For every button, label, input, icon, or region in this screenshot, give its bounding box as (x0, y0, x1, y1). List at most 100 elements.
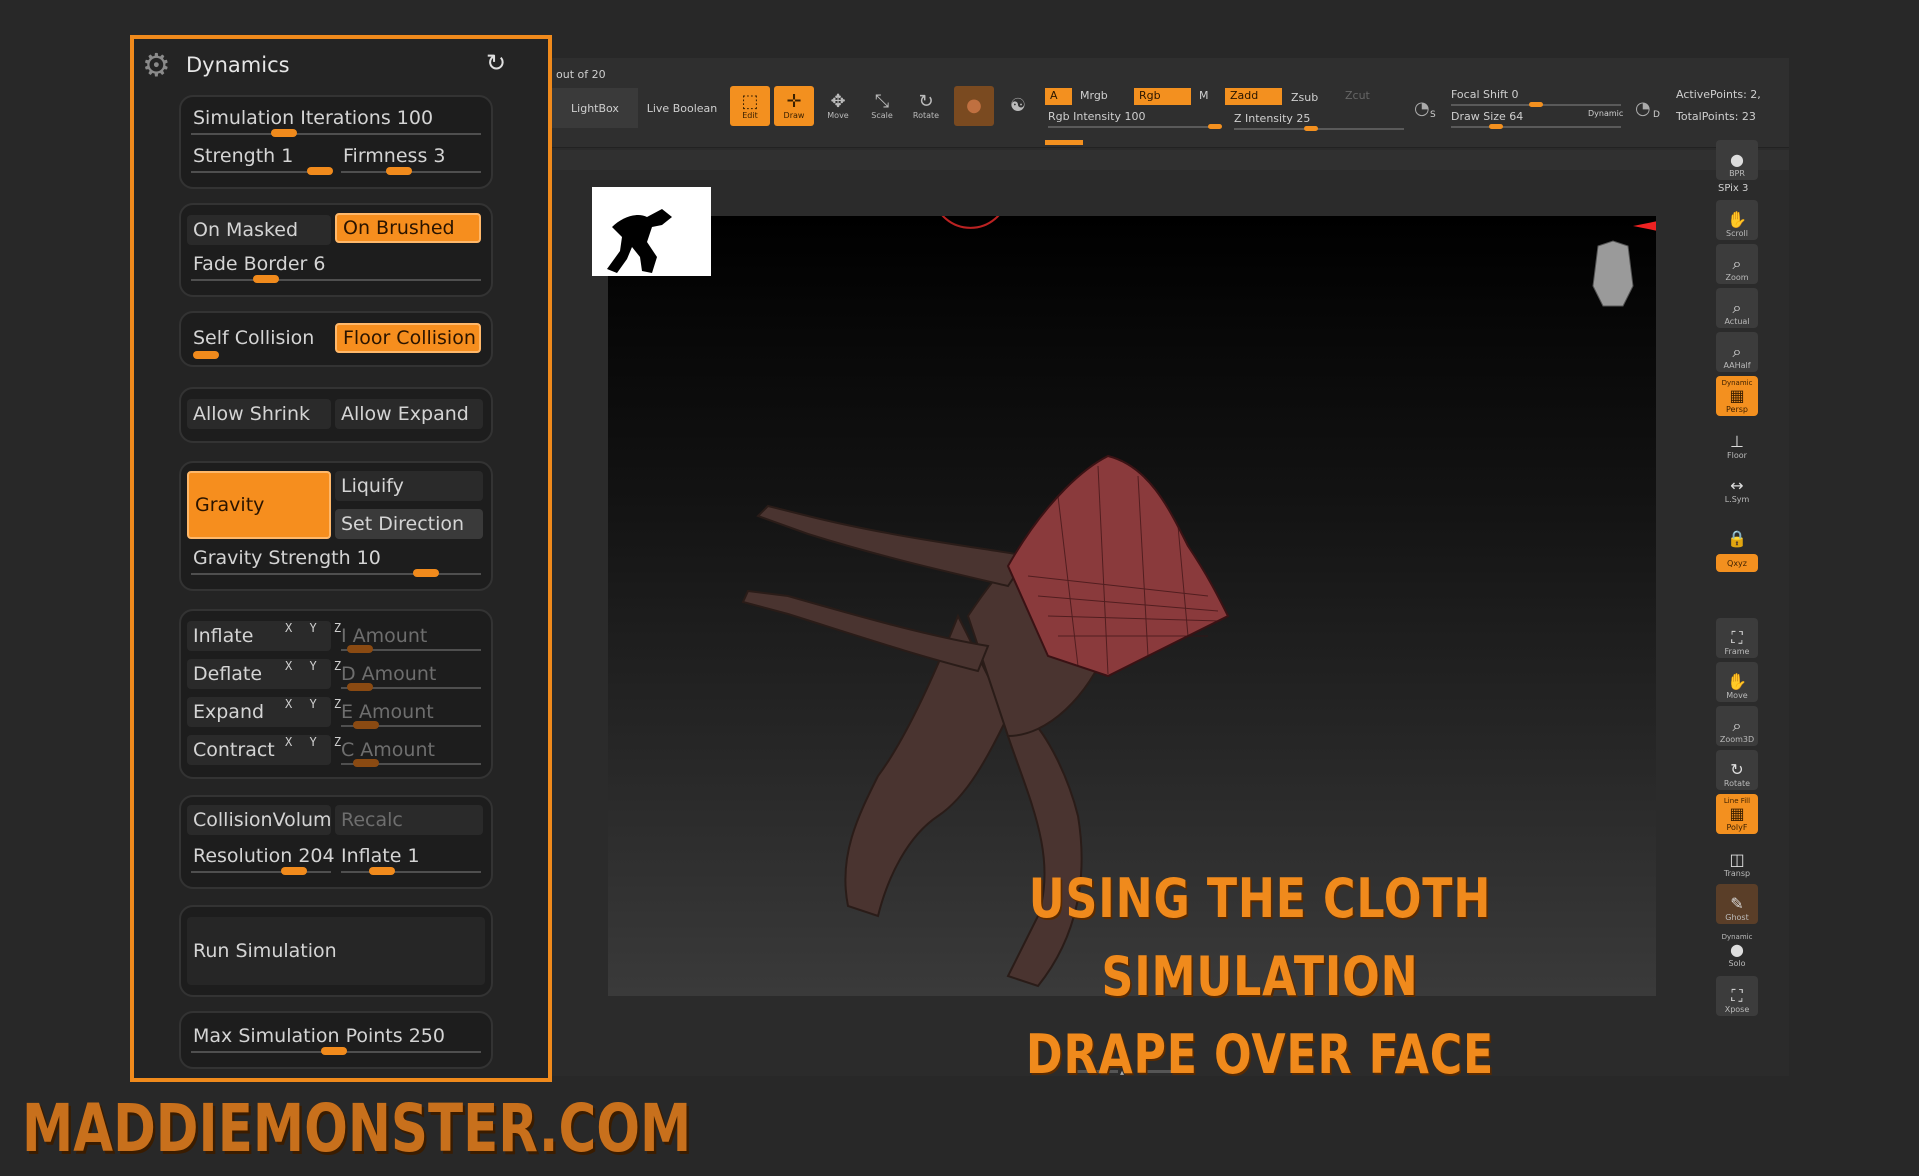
bpr-button[interactable]: ● BPR (1716, 140, 1758, 180)
mrgb-toggle[interactable]: Mrgb (1075, 88, 1113, 105)
actual-button[interactable]: ⌕ Actual (1716, 288, 1758, 328)
m-toggle[interactable]: M (1194, 88, 1214, 105)
material-button[interactable]: ● (954, 86, 994, 126)
firmness-knob[interactable] (386, 167, 412, 175)
scroll-button[interactable]: ✋ Scroll (1716, 200, 1758, 240)
ghost-icon: ✎ (1730, 894, 1744, 913)
set-direction-button[interactable]: Set Direction (335, 509, 483, 539)
self-collision-toggle[interactable]: Self Collision (187, 323, 331, 353)
gravity-strength-slider[interactable]: Gravity Strength 10 (187, 543, 487, 573)
document-counter: out of 20 (556, 68, 606, 81)
transp-button[interactable]: ◫ Transp (1716, 840, 1758, 880)
spix-label[interactable]: SPix 3 (1718, 183, 1748, 194)
dynamic-label[interactable]: Dynamic (1588, 109, 1623, 118)
a-toggle[interactable]: A (1045, 88, 1072, 105)
sim-settings-group: Simulation Iterations 100 Strength 1 Fir… (179, 95, 493, 189)
lsym-button[interactable]: ↔ L.Sym (1716, 466, 1758, 506)
magnifier-icon: ⌕ (1732, 298, 1742, 317)
strength-knob[interactable] (307, 167, 333, 175)
d-amount-knob[interactable] (347, 683, 373, 691)
z-intensity-knob[interactable] (1304, 126, 1318, 131)
z-intensity-slider[interactable] (1234, 128, 1404, 130)
rotate-view-button[interactable]: ↻ Rotate (1716, 750, 1758, 790)
run-simulation-button[interactable]: Run Simulation (187, 917, 485, 985)
e-amount-knob[interactable] (353, 721, 379, 729)
solo-button[interactable]: Dynamic ● Solo (1716, 930, 1758, 970)
edit-button[interactable]: ⬚ Edit (730, 86, 770, 126)
persp-button[interactable]: Dynamic ▦ Persp (1716, 376, 1758, 416)
live-boolean-button[interactable]: Live Boolean (642, 88, 722, 128)
floor-button[interactable]: ⊥ Floor (1716, 422, 1758, 462)
fade-border-slider[interactable]: Fade Border 6 (187, 249, 487, 279)
on-brushed-toggle[interactable]: On Brushed (335, 213, 481, 243)
draw-button[interactable]: ✛ Draw (774, 86, 814, 126)
focal-shift-knob[interactable] (1529, 102, 1543, 107)
c-amount-knob[interactable] (353, 759, 379, 767)
inflate-collision-knob[interactable] (369, 867, 395, 875)
top-toolbar: out of 20 LightBox Live Boolean ⬚ Edit ✛ D… (552, 58, 1789, 148)
ghost-button[interactable]: ✎ Ghost (1716, 884, 1758, 924)
simulation-iterations-slider[interactable]: Simulation Iterations 100 (187, 103, 487, 133)
brush-cursor-ring (932, 195, 1009, 229)
zsub-toggle[interactable]: Zsub (1286, 90, 1323, 107)
stroke-button[interactable]: ☯ (998, 86, 1038, 126)
scale-icon: ⤡ (874, 90, 890, 112)
polyf-button[interactable]: Line Fill ▦ PolyF (1716, 794, 1758, 834)
fade-border-knob[interactable] (253, 275, 279, 283)
lightbox-button[interactable]: LightBox (552, 88, 638, 128)
i-amount-knob[interactable] (347, 645, 373, 653)
actual-label: Actual (1724, 317, 1750, 326)
draw-label: Draw (783, 110, 805, 120)
floor-collision-toggle[interactable]: Floor Collision (335, 323, 481, 353)
firmness-slider[interactable]: Firmness 3 (337, 141, 487, 171)
magnifier-icon: ⌕ (1732, 254, 1742, 273)
move-view-button[interactable]: ✋ Move (1716, 662, 1758, 702)
s-icon[interactable]: ◔ (1414, 98, 1430, 119)
rgb-intensity-slider[interactable] (1048, 126, 1218, 128)
lock-button[interactable]: 🔒 (1716, 510, 1758, 550)
gravity-strength-knob[interactable] (413, 569, 439, 577)
rgb-intensity-knob[interactable] (1208, 124, 1222, 129)
move-button[interactable]: ✥ Move (818, 86, 858, 126)
grid-icon: ▦ (1729, 386, 1745, 405)
zoom-button[interactable]: ⌕ Zoom (1716, 244, 1758, 284)
gravity-toggle[interactable]: Gravity (187, 471, 331, 539)
draw-size-slider[interactable] (1451, 126, 1621, 128)
zcut-toggle[interactable]: Zcut (1340, 88, 1375, 105)
zoom3d-button[interactable]: ⌕ Zoom3D (1716, 706, 1758, 746)
sim-iterations-knob[interactable] (271, 129, 297, 137)
inflate-collision-slider[interactable]: Inflate 1 (335, 841, 485, 871)
thumbnail-silhouette (607, 209, 672, 273)
refresh-icon[interactable]: ↻ (486, 49, 506, 77)
frame-button[interactable]: ⛶ Frame (1716, 618, 1758, 658)
recalc-button[interactable]: Recalc (335, 805, 483, 835)
on-masked-toggle[interactable]: On Masked (187, 215, 331, 245)
liquify-toggle[interactable]: Liquify (335, 471, 483, 501)
scale-label: Scale (871, 110, 893, 120)
xpose-button[interactable]: ⛶ Xpose (1716, 976, 1758, 1016)
collision-volume-toggle[interactable]: CollisionVolum (187, 805, 332, 835)
ghost-label: Ghost (1725, 913, 1749, 922)
symmetry-icon: ↔ (1730, 476, 1744, 495)
model-thumbnail[interactable] (592, 187, 711, 276)
move-view-label: Move (1726, 691, 1748, 700)
rotate-button[interactable]: ↻ Rotate (906, 86, 946, 126)
allow-shrink-toggle[interactable]: Allow Shrink (187, 399, 331, 429)
scale-button[interactable]: ⤡ Scale (862, 86, 902, 126)
zadd-toggle[interactable]: Zadd (1225, 88, 1282, 105)
max-sim-points-knob[interactable] (321, 1047, 347, 1055)
xyz-button[interactable]: Qxyz (1716, 554, 1758, 572)
expand-label: Expand (193, 701, 265, 723)
aahalf-button[interactable]: ⌕ AAHalf (1716, 332, 1758, 372)
draw-size-knob[interactable] (1489, 124, 1503, 129)
allow-expand-toggle[interactable]: Allow Expand (335, 399, 483, 429)
d-icon[interactable]: ◔ (1635, 98, 1651, 119)
max-sim-points-value: 250 (408, 1025, 445, 1047)
resolution-slider[interactable]: Resolution 204 (187, 841, 335, 871)
self-collision-knob[interactable] (193, 351, 219, 359)
deflate-label: Deflate (193, 663, 263, 685)
resolution-knob[interactable] (281, 867, 307, 875)
yin-yang-icon: ☯ (1009, 95, 1027, 116)
rgb-toggle[interactable]: Rgb (1134, 88, 1191, 105)
floor-label: Floor (1727, 451, 1747, 460)
